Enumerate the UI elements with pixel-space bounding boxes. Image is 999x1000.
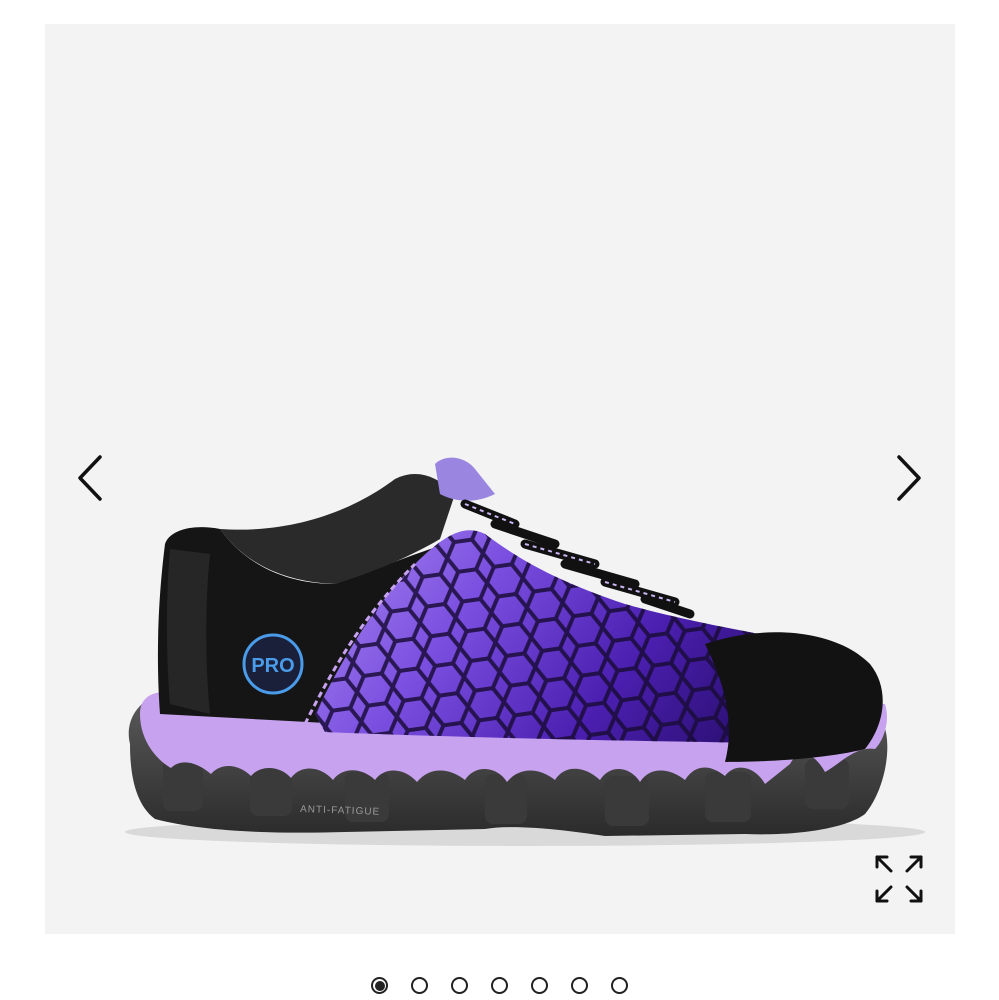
- next-image-button[interactable]: [889, 450, 929, 506]
- slide-dot-1[interactable]: [371, 977, 388, 994]
- slide-dot-2[interactable]: [411, 977, 428, 994]
- slide-dot-7[interactable]: [611, 977, 628, 994]
- product-image-frame: ANTI-FATIGUE PRO: [45, 24, 955, 934]
- slide-indicator: [0, 977, 999, 1000]
- product-shoe-image: ANTI-FATIGUE PRO: [125, 457, 925, 846]
- toe-cap: [705, 632, 883, 762]
- chevron-left-icon: [78, 455, 102, 501]
- chevron-right-icon: [897, 455, 921, 501]
- slide-dot-3[interactable]: [451, 977, 468, 994]
- slide-dot-5[interactable]: [531, 977, 548, 994]
- svg-text:PRO: PRO: [251, 655, 294, 677]
- pro-logo: PRO: [242, 633, 304, 695]
- product-gallery-page: ANTI-FATIGUE PRO: [0, 0, 999, 1000]
- slide-dot-4[interactable]: [491, 977, 508, 994]
- slide-dot-6[interactable]: [571, 977, 588, 994]
- expand-icon: [875, 855, 923, 903]
- previous-image-button[interactable]: [70, 450, 110, 506]
- expand-image-button[interactable]: [868, 848, 930, 910]
